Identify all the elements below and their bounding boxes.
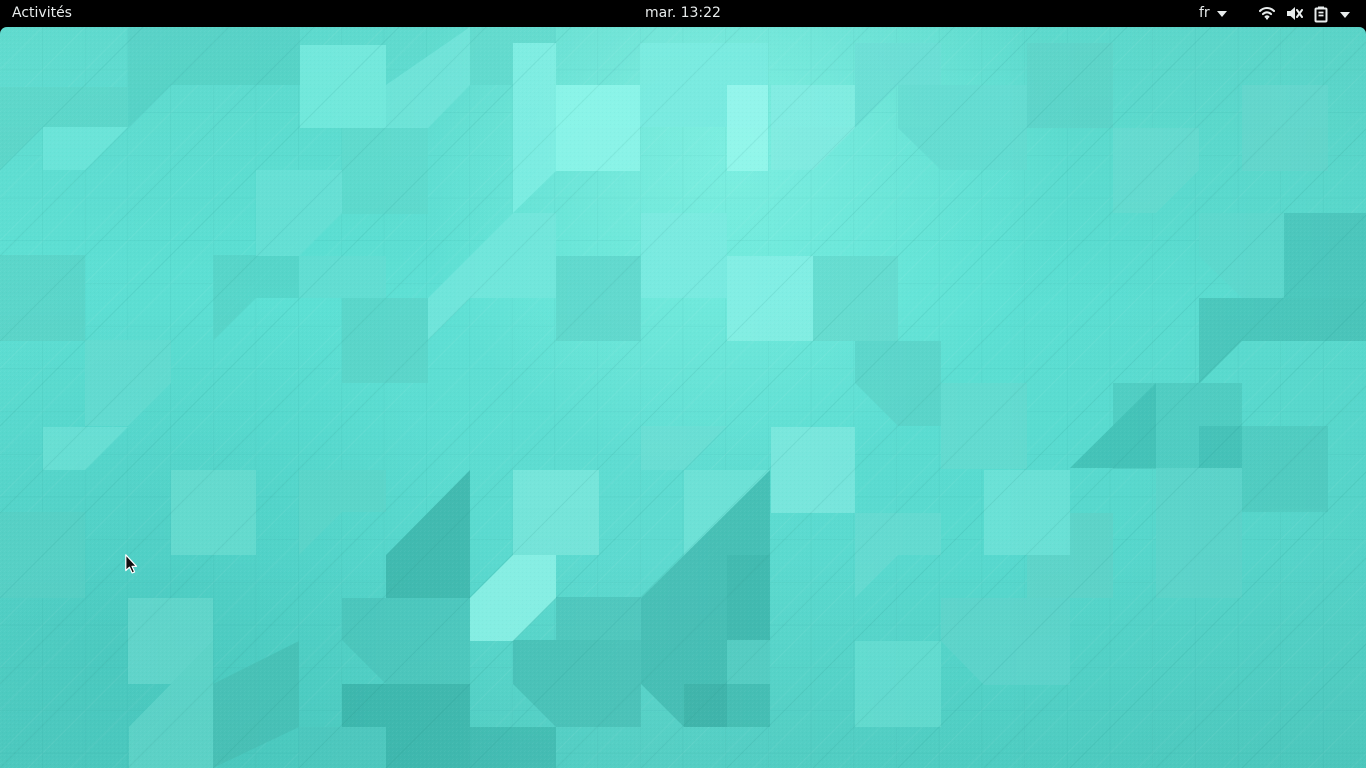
activities-button[interactable]: Activités: [12, 5, 72, 22]
keyboard-layout-label: fr: [1199, 5, 1210, 21]
system-status-menu[interactable]: [1253, 0, 1363, 27]
mouse-cursor-icon: [125, 554, 137, 574]
chevron-down-icon: [1217, 11, 1227, 17]
keyboard-layout-button[interactable]: fr: [1198, 5, 1228, 23]
battery-icon: [1314, 6, 1328, 23]
wallpaper-pattern: [0, 27, 1366, 768]
clock-button[interactable]: mar. 13:22: [645, 5, 721, 22]
top-bar: Activités mar. 13:22 fr: [0, 0, 1366, 27]
chevron-down-icon: [1340, 12, 1350, 18]
desktop-background[interactable]: [0, 27, 1366, 768]
audio-volume-muted-icon: [1287, 7, 1303, 20]
network-wireless-icon: [1259, 6, 1275, 20]
